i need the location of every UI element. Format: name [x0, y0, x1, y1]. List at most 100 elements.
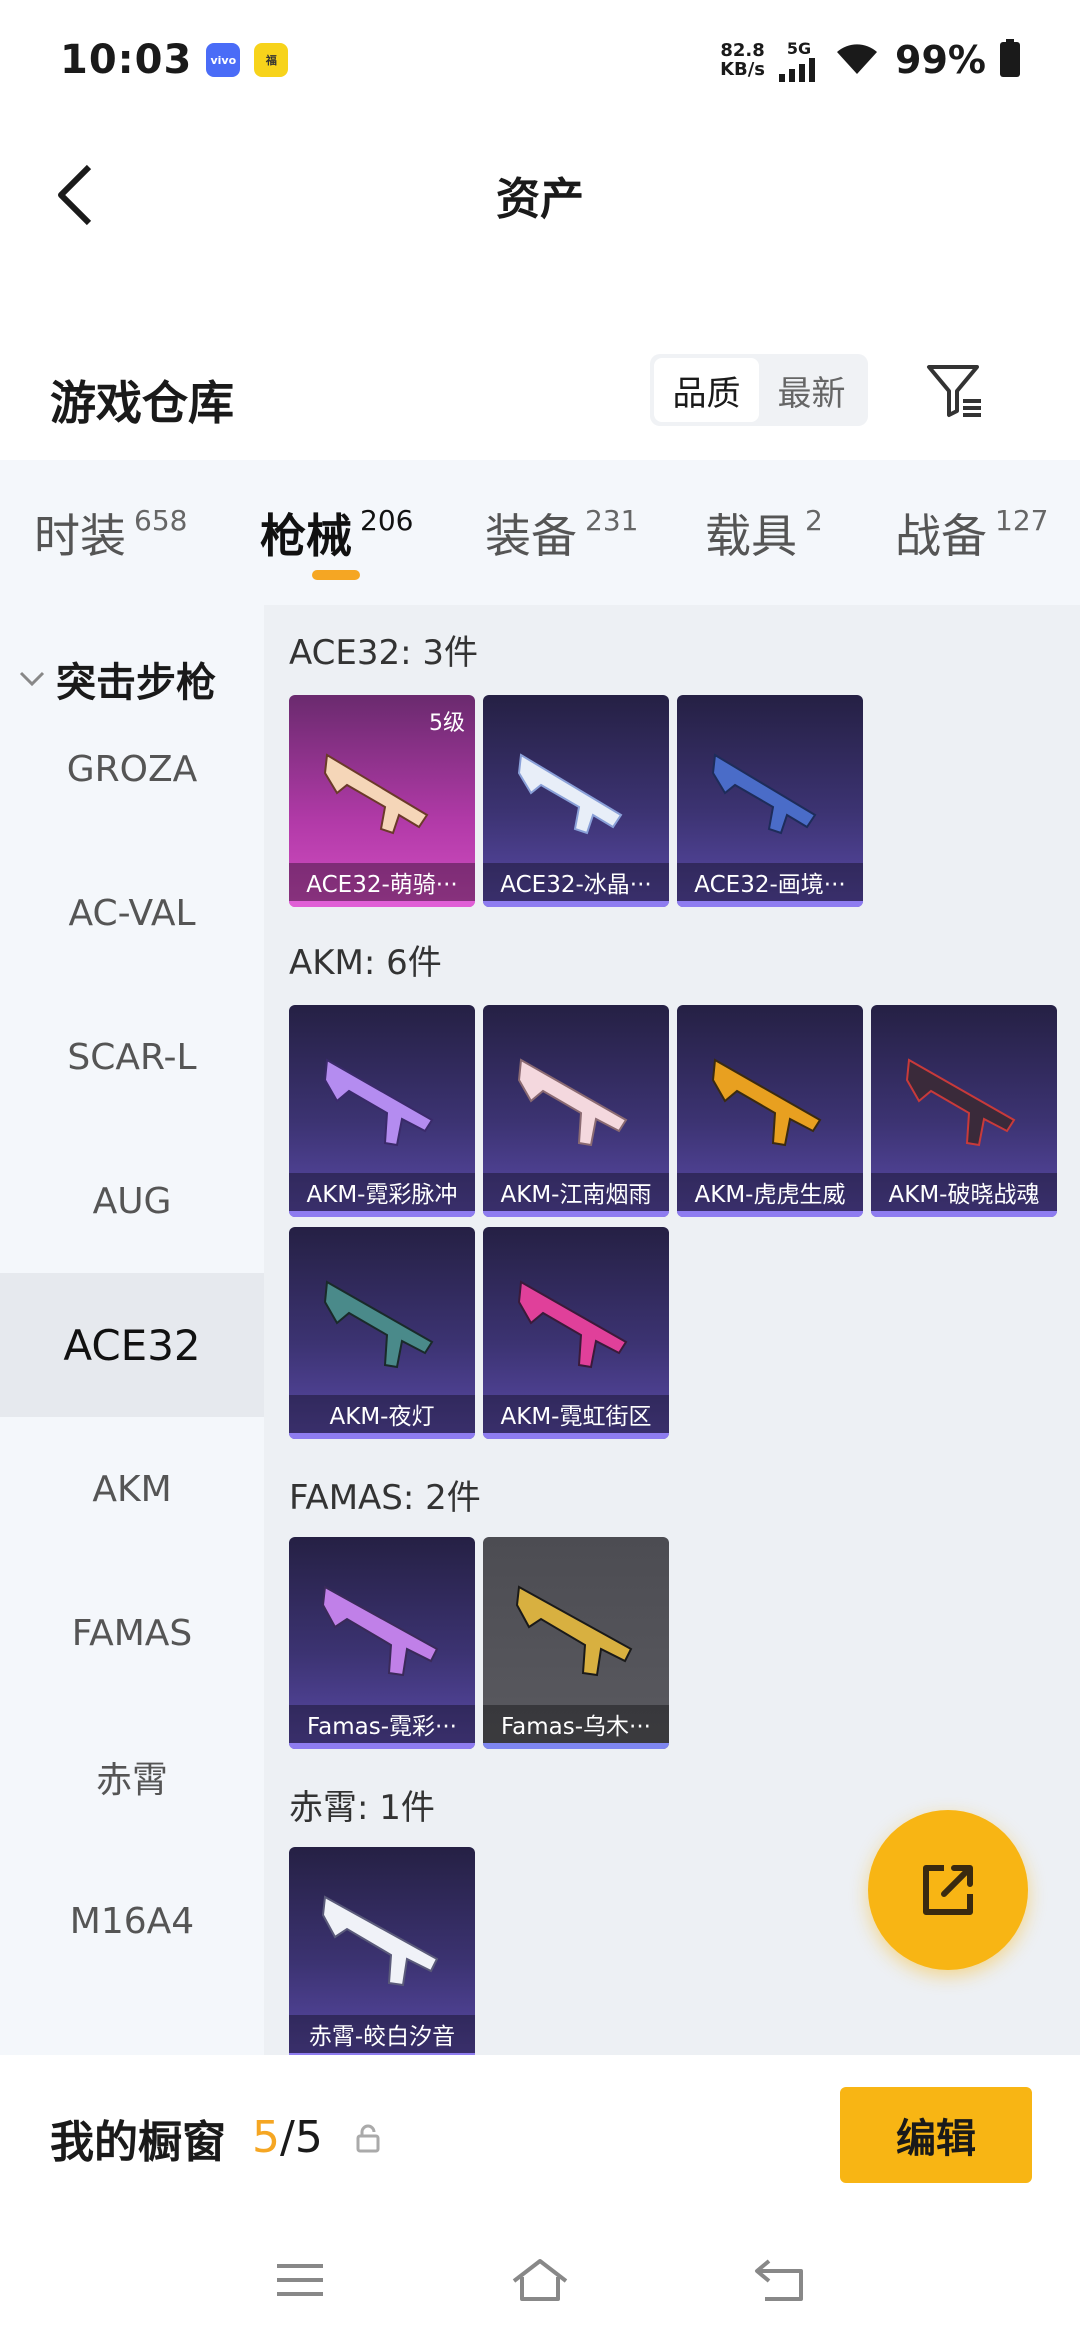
- rifle-icon: [515, 1585, 633, 1677]
- edit-button[interactable]: 编辑: [840, 2087, 1032, 2183]
- showcase-bar: 我的橱窗 5/5 编辑: [0, 2055, 1080, 2220]
- weapon-card[interactable]: 赤霄-皎白汐音: [289, 1847, 475, 2055]
- vivo-app-icon: vivo: [206, 43, 241, 77]
- sidebar-item-groza[interactable]: GROZA: [0, 697, 264, 841]
- tab-fashion[interactable]: 时装 658: [34, 500, 187, 566]
- weapon-name: AKM-虎虎生威: [677, 1173, 863, 1211]
- weapon-name: Famas-乌木···: [483, 1705, 669, 1743]
- tab-supplies[interactable]: 战备 127: [895, 500, 1048, 566]
- tab-weapons[interactable]: 枪械 206: [260, 500, 413, 566]
- network-type: 5G: [786, 38, 812, 58]
- weapon-type-sidebar: 突击步枪 GROZA AC-VAL SCAR-L AUG ACE32 AKM F…: [0, 605, 264, 2055]
- weapon-name: AKM-破晓战魂: [871, 1173, 1057, 1211]
- rifle-icon: [517, 1280, 628, 1369]
- share-button[interactable]: [868, 1810, 1028, 1970]
- weapon-name: 赤霄-皎白汐音: [289, 2015, 475, 2053]
- weapon-card[interactable]: AKM-夜灯: [289, 1227, 475, 1439]
- menu-button[interactable]: [265, 2250, 335, 2310]
- weapon-card[interactable]: ACE32-冰晶···: [483, 695, 669, 907]
- chevron-down-icon: [19, 671, 45, 687]
- sort-quality-option[interactable]: 品质: [654, 358, 759, 422]
- back-button[interactable]: [40, 160, 110, 230]
- network-speed: 82.8 KB/s: [720, 41, 765, 79]
- weapon-card[interactable]: AKM-江南烟雨: [483, 1005, 669, 1217]
- battery-icon: [1000, 39, 1020, 81]
- tab-label: 时装: [34, 509, 126, 563]
- tab-count: 206: [360, 504, 414, 537]
- sidebar-item-akm[interactable]: AKM: [0, 1417, 264, 1561]
- lock-icon: [353, 2123, 383, 2153]
- sidebar-item-ac-val[interactable]: AC-VAL: [0, 841, 264, 985]
- sort-newest-option[interactable]: 最新: [759, 358, 864, 422]
- weapon-name: Famas-霓彩···: [289, 1705, 475, 1743]
- showcase-label: 我的橱窗: [50, 2116, 226, 2168]
- section-title-chixiao: 赤霄: 1件: [289, 1788, 435, 1828]
- weapon-name: AKM-霓虹街区: [483, 1395, 669, 1433]
- weapon-card[interactable]: ACE32-画境···: [677, 695, 863, 907]
- tab-equipment[interactable]: 装备 231: [485, 500, 638, 566]
- weapon-name: AKM-霓彩脉冲: [289, 1173, 475, 1211]
- rifle-icon: [711, 753, 817, 835]
- showcase-count-current: 5: [252, 2112, 280, 2163]
- menu-icon: [277, 2264, 323, 2296]
- share-icon: [923, 1865, 973, 1915]
- tab-count: 658: [134, 504, 188, 537]
- section-title-ace32: ACE32: 3件: [289, 633, 479, 673]
- home-icon: [512, 2259, 568, 2301]
- warehouse-header: 游戏仓库 品质 最新: [0, 340, 1080, 460]
- tab-count: 2: [805, 504, 823, 537]
- tab-label: 战备: [895, 509, 987, 563]
- weapon-card[interactable]: Famas-霓彩···: [289, 1537, 475, 1749]
- rifle-icon: [517, 753, 623, 835]
- weapon-card[interactable]: AKM-破晓战魂: [871, 1005, 1057, 1217]
- signal-5g-icon: 5G: [779, 39, 819, 82]
- weapon-card[interactable]: Famas-乌木···: [483, 1537, 669, 1749]
- weapon-name: AKM-夜灯: [289, 1395, 475, 1433]
- tab-count: 127: [995, 504, 1049, 537]
- wifi-icon: [833, 40, 881, 80]
- showcase-count: 5/5: [252, 2112, 323, 2163]
- back-arrow-icon: [58, 164, 92, 226]
- rifle-icon: [321, 1895, 439, 1987]
- category-tabs: 时装 658 枪械 206 装备 231 载具 2 战备 127: [0, 460, 1080, 605]
- section-title-famas: FAMAS: 2件: [289, 1478, 481, 1518]
- status-time: 10:03: [60, 37, 193, 83]
- tab-label: 载具: [705, 509, 797, 563]
- rifle-icon: [323, 1058, 434, 1147]
- tab-vehicles[interactable]: 载具 2: [705, 500, 823, 566]
- showcase-count-total: 5: [294, 2112, 323, 2163]
- weapon-name: ACE32-冰晶···: [483, 863, 669, 901]
- rifle-icon: [323, 1280, 434, 1369]
- warehouse-title: 游戏仓库: [50, 376, 234, 430]
- network-speed-unit: KB/s: [720, 59, 766, 80]
- section-title-akm: AKM: 6件: [289, 943, 442, 983]
- tab-label: 枪械: [260, 509, 352, 563]
- weapon-name: ACE32-画境···: [677, 863, 863, 901]
- sort-toggle: 品质 最新: [650, 354, 868, 426]
- sidebar-item-scar-l[interactable]: SCAR-L: [0, 985, 264, 1129]
- rifle-icon: [905, 1058, 1016, 1147]
- showcase-count-separator: /: [280, 2112, 295, 2163]
- home-button[interactable]: [505, 2250, 575, 2310]
- sidebar-item-ace32[interactable]: ACE32: [0, 1273, 264, 1417]
- weapon-level: 5级: [429, 711, 465, 736]
- filter-button[interactable]: [920, 356, 990, 426]
- rifle-icon: [321, 1585, 439, 1677]
- sidebar-item-m16a4[interactable]: M16A4: [0, 1849, 264, 1993]
- rifle-icon: [517, 1058, 628, 1147]
- system-nav-bar: [0, 2220, 1080, 2344]
- back-nav-button[interactable]: [745, 2250, 815, 2310]
- weapon-card[interactable]: 5级 ACE32-萌骑···: [289, 695, 475, 907]
- tab-count: 231: [585, 504, 639, 537]
- page-header: 资产: [0, 130, 1080, 260]
- back-nav-icon: [755, 2259, 803, 2301]
- sidebar-item-famas[interactable]: FAMAS: [0, 1561, 264, 1705]
- weapon-card[interactable]: AKM-虎虎生威: [677, 1005, 863, 1217]
- weapon-name: ACE32-萌骑···: [289, 863, 475, 901]
- sidebar-item-chixiao[interactable]: 赤霄: [0, 1705, 264, 1849]
- weapon-card[interactable]: AKM-霓虹街区: [483, 1227, 669, 1439]
- sidebar-item-aug[interactable]: AUG: [0, 1129, 264, 1273]
- weapon-card[interactable]: AKM-霓彩脉冲: [289, 1005, 475, 1217]
- status-bar: 10:03 vivo 福 82.8 KB/s 5G 99%: [0, 0, 1080, 120]
- page-title: 资产: [496, 174, 584, 225]
